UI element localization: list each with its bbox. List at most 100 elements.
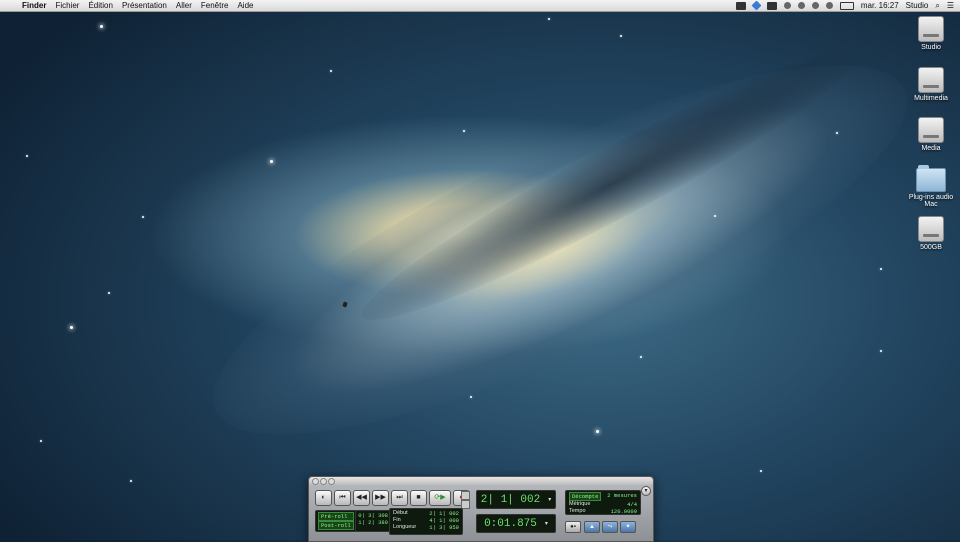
tempo-label: Tempo xyxy=(569,508,586,514)
chevron-down-icon: ▾ xyxy=(644,488,648,494)
sub-counter-value: 0:01.875 xyxy=(484,517,537,530)
star xyxy=(40,440,42,442)
loop-play-icon: ⟳▶ xyxy=(434,494,446,501)
desktop-icon-plugins[interactable]: Plug-ins audio Mac xyxy=(904,165,958,208)
menu-user[interactable]: Studio xyxy=(906,1,929,10)
volume-icon[interactable] xyxy=(825,2,833,9)
menu-fenetre[interactable]: Fenêtre xyxy=(201,1,229,10)
start-label: Début xyxy=(393,510,408,516)
transport-titlebar[interactable] xyxy=(309,477,653,485)
go-to-end-icon: ⏭ xyxy=(396,494,403,501)
chevron-down-icon[interactable]: ▾ xyxy=(548,496,551,503)
stop-icon: ■ xyxy=(416,494,421,501)
length-value[interactable]: 1| 3| 959 xyxy=(429,524,459,531)
chevron-down-icon[interactable]: ▾ xyxy=(545,520,548,527)
midi-controls-panel: Décompte 2 mesures Métrique 4/4 Tempo 12… xyxy=(565,490,641,515)
fast-forward-button[interactable]: ▶▶ xyxy=(372,490,389,506)
menu-edition[interactable]: Édition xyxy=(88,1,112,10)
return-to-zero-button[interactable]: ⏮ xyxy=(334,490,351,506)
star xyxy=(640,356,642,358)
prepost-roll-panel: Pré-roll Post-roll xyxy=(315,510,357,532)
preroll-value[interactable]: 0| 3| 308 xyxy=(358,512,388,519)
midi-merge-button[interactable]: ⤳ xyxy=(602,521,618,533)
transport-menu-button[interactable]: ▾ xyxy=(641,486,651,496)
preroll-label[interactable]: Pré-roll xyxy=(318,512,354,521)
postroll-label[interactable]: Post-roll xyxy=(318,521,354,530)
meter-value[interactable]: 4/4 xyxy=(627,501,637,508)
bluetooth-icon[interactable] xyxy=(783,2,791,9)
star xyxy=(714,215,716,217)
transport-option-toggle[interactable] xyxy=(461,491,470,500)
length-label: Longueur xyxy=(393,524,417,530)
metronome-icon: ▲ xyxy=(589,524,595,530)
star xyxy=(270,160,273,163)
desktop-icon-studio[interactable]: Studio xyxy=(904,16,958,51)
star xyxy=(548,18,550,20)
desktop-icon-multimedia[interactable]: Multimedia xyxy=(904,67,958,102)
screen-recording-icon[interactable] xyxy=(735,1,746,10)
stop-button[interactable]: ■ xyxy=(410,490,427,506)
star xyxy=(620,35,622,37)
menu-aide[interactable]: Aide xyxy=(237,1,253,10)
menu-presentation[interactable]: Présentation xyxy=(122,1,167,10)
notification-center-icon[interactable]: ☰ xyxy=(947,1,954,10)
spotlight-icon[interactable]: ⌕ xyxy=(935,1,939,11)
close-window-icon[interactable] xyxy=(312,478,319,485)
record-dot-icon: ●▪ xyxy=(570,524,576,530)
rewind-button[interactable]: ◀◀ xyxy=(353,490,370,506)
end-value[interactable]: 4| 1| 000 xyxy=(429,517,459,524)
wifi-icon[interactable] xyxy=(811,2,819,9)
menu-bar: Finder Fichier Édition Présentation Alle… xyxy=(0,0,960,12)
star xyxy=(836,132,838,134)
star xyxy=(130,480,132,482)
hard-drive-icon xyxy=(918,16,944,42)
conductor-button[interactable]: ✦ xyxy=(620,521,636,533)
menu-clock[interactable]: mar. 16:27 xyxy=(861,1,899,10)
star xyxy=(100,25,103,28)
minimize-window-icon[interactable] xyxy=(320,478,327,485)
desktop-icon-label: 500GB xyxy=(920,244,942,251)
dropbox-icon[interactable] xyxy=(751,0,762,11)
go-to-end-button[interactable]: ⏭ xyxy=(391,490,408,506)
hard-drive-icon xyxy=(918,216,944,242)
merge-icon: ⤳ xyxy=(607,524,613,530)
star xyxy=(760,470,762,472)
folder-icon xyxy=(916,165,946,192)
postroll-value[interactable]: 1| 2| 380 xyxy=(358,519,388,526)
sub-counter[interactable]: 0:01.875 ▾ xyxy=(476,514,556,533)
loop-play-button[interactable]: ⟳▶ xyxy=(429,490,451,506)
tempo-value[interactable]: 120.0000 xyxy=(611,508,637,515)
selection-panel: Début 2| 1| 002 Fin 4| 1| 000 Longueur 1… xyxy=(389,508,463,535)
meter-label: Métrique xyxy=(569,501,591,507)
main-counter[interactable]: 2| 1| 002 ▾ xyxy=(476,490,556,509)
zoom-window-icon[interactable] xyxy=(328,478,335,485)
star xyxy=(470,396,472,398)
display-icon[interactable] xyxy=(766,1,777,10)
hard-drive-icon xyxy=(918,117,944,143)
battery-icon[interactable] xyxy=(839,1,854,10)
star xyxy=(880,268,882,270)
prepost-roll-values: 0| 3| 308 1| 2| 380 xyxy=(355,510,391,532)
online-button[interactable]: ◐ xyxy=(315,490,332,506)
wait-for-note-button[interactable]: ●▪ xyxy=(565,521,581,533)
star xyxy=(26,155,28,157)
desktop-icon-media[interactable]: Media xyxy=(904,117,958,152)
fast-forward-icon: ▶▶ xyxy=(375,494,386,501)
countoff-value[interactable]: 2 mesures xyxy=(607,492,637,501)
desktop-icon-label: Studio xyxy=(921,44,941,51)
star xyxy=(880,350,882,352)
metronome-button[interactable]: ▲ xyxy=(584,521,600,533)
star xyxy=(330,70,332,72)
desktop-icon-500gb[interactable]: 500GB xyxy=(904,216,958,251)
menu-finder[interactable]: Finder xyxy=(22,1,46,10)
countoff-label[interactable]: Décompte xyxy=(569,492,602,501)
conductor-icon: ✦ xyxy=(625,524,631,530)
return-to-zero-icon: ⏮ xyxy=(339,494,346,501)
desktop-icon-label: Media xyxy=(921,145,941,152)
start-value[interactable]: 2| 1| 002 xyxy=(429,510,459,517)
desktop-icon-label: Multimedia xyxy=(914,95,948,102)
menu-aller[interactable]: Aller xyxy=(176,1,192,10)
time-machine-icon[interactable] xyxy=(797,2,805,9)
menu-fichier[interactable]: Fichier xyxy=(55,1,79,10)
online-icon: ◐ xyxy=(321,494,326,501)
